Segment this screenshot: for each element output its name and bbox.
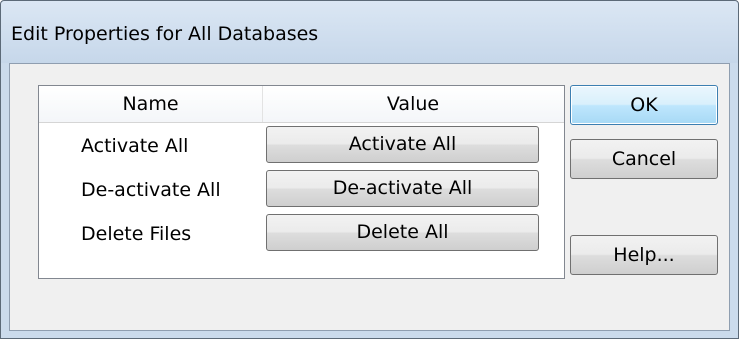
dialog-window: Edit Properties for All Databases Name V… <box>0 0 739 339</box>
properties-grid: Name Value Activate All Activate All De-… <box>38 85 565 279</box>
grid-row-deactivate-all: De-activate All De-activate All <box>39 168 564 212</box>
column-header-name[interactable]: Name <box>39 86 263 122</box>
deactivate-all-button[interactable]: De-activate All <box>266 170 539 207</box>
dialog-title: Edit Properties for All Databases <box>11 23 319 45</box>
dialog-client-area: Name Value Activate All Activate All De-… <box>9 63 730 331</box>
cancel-button[interactable]: Cancel <box>570 139 718 179</box>
help-button[interactable]: Help... <box>570 235 718 275</box>
property-name: De-activate All <box>81 179 221 201</box>
property-name: Delete Files <box>81 223 192 245</box>
activate-all-button[interactable]: Activate All <box>266 126 539 163</box>
column-header-value[interactable]: Value <box>263 86 563 122</box>
ok-button[interactable]: OK <box>570 85 718 125</box>
title-bar[interactable]: Edit Properties for All Databases <box>1 1 738 63</box>
grid-row-activate-all: Activate All Activate All <box>39 124 564 168</box>
grid-header: Name Value <box>39 86 564 123</box>
delete-all-button[interactable]: Delete All <box>266 214 539 251</box>
property-name: Activate All <box>81 135 189 157</box>
grid-row-delete-files: Delete Files Delete All <box>39 212 564 256</box>
